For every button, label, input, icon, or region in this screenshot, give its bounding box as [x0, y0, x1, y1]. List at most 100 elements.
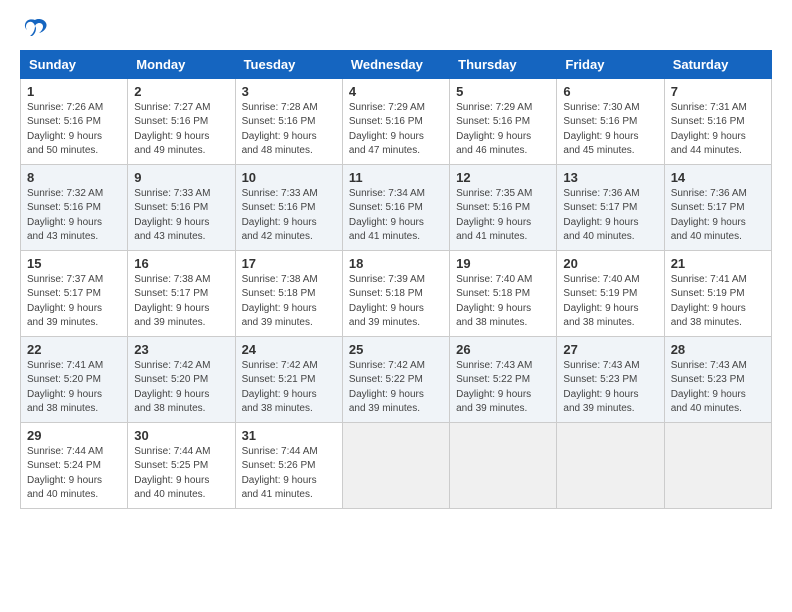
day-number: 31	[242, 428, 336, 443]
calendar-cell-empty	[557, 422, 664, 508]
day-number: 1	[27, 84, 121, 99]
calendar-cell-20: 20 Sunrise: 7:40 AMSunset: 5:19 PMDayligh…	[557, 250, 664, 336]
calendar-header-sunday: Sunday	[21, 50, 128, 78]
day-number: 24	[242, 342, 336, 357]
day-number: 5	[456, 84, 550, 99]
calendar-cell-31: 31Sunrise: 7:44 AMSunset: 5:26 PMDayligh…	[235, 422, 342, 508]
day-info: Sunrise: 7:34 AMSunset: 5:16 PMDaylight:…	[349, 187, 443, 245]
day-number: 7	[671, 84, 765, 99]
calendar-cell-empty	[342, 422, 449, 508]
calendar-cell-25: 25 Sunrise: 7:42 AMSunset: 5:22 PMDayligh…	[342, 336, 449, 422]
calendar-header-tuesday: Tuesday	[235, 50, 342, 78]
day-info: Sunrise: 7:33 AMSunset: 5:16 PMDaylight:…	[242, 187, 336, 245]
day-info: Sunrise: 7:43 AMSunset: 5:23 PMDaylight:…	[671, 359, 765, 417]
day-info: Sunrise: 7:43 AMSunset: 5:23 PMDaylight:…	[563, 359, 657, 417]
day-info: Sunrise: 7:43 AMSunset: 5:22 PMDaylight:…	[456, 359, 550, 417]
day-number: 11	[349, 170, 443, 185]
calendar-header-friday: Friday	[557, 50, 664, 78]
day-number: 25	[349, 342, 443, 357]
day-number: 17	[242, 256, 336, 271]
day-number: 12	[456, 170, 550, 185]
calendar-cell-6: 6 Sunrise: 7:30 AMSunset: 5:16 PMDaylight…	[557, 78, 664, 164]
logo-bird-icon	[22, 18, 48, 38]
calendar-cell-21: 21 Sunrise: 7:41 AMSunset: 5:19 PMDayligh…	[664, 250, 771, 336]
day-number: 29	[27, 428, 121, 443]
day-info: Sunrise: 7:44 AMSunset: 5:24 PMDaylight:…	[27, 445, 121, 503]
calendar-cell-27: 27 Sunrise: 7:43 AMSunset: 5:23 PMDayligh…	[557, 336, 664, 422]
calendar-cell-30: 30 Sunrise: 7:44 AMSunset: 5:25 PMDayligh…	[128, 422, 235, 508]
calendar-cell-15: 15 Sunrise: 7:37 AMSunset: 5:17 PMDayligh…	[21, 250, 128, 336]
day-info: Sunrise: 7:44 AMSunset: 5:25 PMDaylight:…	[134, 445, 228, 503]
calendar-cell-16: 16Sunrise: 7:38 AMSunset: 5:17 PMDayligh…	[128, 250, 235, 336]
day-number: 26	[456, 342, 550, 357]
calendar-cell-17: 17 Sunrise: 7:38 AMSunset: 5:18 PMDayligh…	[235, 250, 342, 336]
calendar-header-saturday: Saturday	[664, 50, 771, 78]
calendar-cell-13: 13 Sunrise: 7:36 AMSunset: 5:17 PMDayligh…	[557, 164, 664, 250]
day-number: 30	[134, 428, 228, 443]
day-info: Sunrise: 7:36 AMSunset: 5:17 PMDaylight:…	[671, 187, 765, 245]
calendar-cell-28: 28 Sunrise: 7:43 AMSunset: 5:23 PMDayligh…	[664, 336, 771, 422]
calendar-header-row: SundayMondayTuesdayWednesdayThursdayFrid…	[21, 50, 772, 78]
day-info: Sunrise: 7:40 AMSunset: 5:18 PMDaylight:…	[456, 273, 550, 331]
day-number: 3	[242, 84, 336, 99]
day-info: Sunrise: 7:33 AMSunset: 5:16 PMDaylight:…	[134, 187, 228, 245]
day-number: 9	[134, 170, 228, 185]
calendar-row-0: 1 Sunrise: 7:26 AMSunset: 5:16 PMDaylight…	[21, 78, 772, 164]
day-info: Sunrise: 7:42 AMSunset: 5:22 PMDaylight:…	[349, 359, 443, 417]
calendar-header-monday: Monday	[128, 50, 235, 78]
day-info: Sunrise: 7:38 AMSunset: 5:17 PMDaylight:…	[134, 273, 228, 331]
page-container: SundayMondayTuesdayWednesdayThursdayFrid…	[20, 16, 772, 509]
day-info: Sunrise: 7:27 AMSunset: 5:16 PMDaylight:…	[134, 101, 228, 159]
day-info: Sunrise: 7:39 AMSunset: 5:18 PMDaylight:…	[349, 273, 443, 331]
day-info: Sunrise: 7:36 AMSunset: 5:17 PMDaylight:…	[563, 187, 657, 245]
day-number: 23	[134, 342, 228, 357]
day-number: 2	[134, 84, 228, 99]
day-info: Sunrise: 7:38 AMSunset: 5:18 PMDaylight:…	[242, 273, 336, 331]
day-number: 27	[563, 342, 657, 357]
calendar-cell-empty	[664, 422, 771, 508]
day-info: Sunrise: 7:40 AMSunset: 5:19 PMDaylight:…	[563, 273, 657, 331]
page-header	[20, 16, 772, 38]
calendar-table: SundayMondayTuesdayWednesdayThursdayFrid…	[20, 50, 772, 509]
day-info: Sunrise: 7:32 AMSunset: 5:16 PMDaylight:…	[27, 187, 121, 245]
day-info: Sunrise: 7:37 AMSunset: 5:17 PMDaylight:…	[27, 273, 121, 331]
day-number: 15	[27, 256, 121, 271]
calendar-cell-9: 9 Sunrise: 7:33 AMSunset: 5:16 PMDaylight…	[128, 164, 235, 250]
calendar-cell-26: 26 Sunrise: 7:43 AMSunset: 5:22 PMDayligh…	[450, 336, 557, 422]
calendar-cell-29: 29 Sunrise: 7:44 AMSunset: 5:24 PMDayligh…	[21, 422, 128, 508]
calendar-row-4: 29 Sunrise: 7:44 AMSunset: 5:24 PMDayligh…	[21, 422, 772, 508]
day-info: Sunrise: 7:29 AMSunset: 5:16 PMDaylight:…	[349, 101, 443, 159]
day-info: Sunrise: 7:30 AMSunset: 5:16 PMDaylight:…	[563, 101, 657, 159]
calendar-cell-3: 3 Sunrise: 7:28 AMSunset: 5:16 PMDaylight…	[235, 78, 342, 164]
day-number: 6	[563, 84, 657, 99]
day-number: 10	[242, 170, 336, 185]
day-info: Sunrise: 7:28 AMSunset: 5:16 PMDaylight:…	[242, 101, 336, 159]
calendar-cell-23: 23 Sunrise: 7:42 AMSunset: 5:20 PMDayligh…	[128, 336, 235, 422]
calendar-cell-11: 11 Sunrise: 7:34 AMSunset: 5:16 PMDayligh…	[342, 164, 449, 250]
calendar-cell-8: 8Sunrise: 7:32 AMSunset: 5:16 PMDaylight…	[21, 164, 128, 250]
calendar-cell-12: 12Sunrise: 7:35 AMSunset: 5:16 PMDayligh…	[450, 164, 557, 250]
day-number: 14	[671, 170, 765, 185]
logo	[20, 16, 50, 38]
day-info: Sunrise: 7:42 AMSunset: 5:20 PMDaylight:…	[134, 359, 228, 417]
day-number: 13	[563, 170, 657, 185]
day-info: Sunrise: 7:26 AMSunset: 5:16 PMDaylight:…	[27, 101, 121, 159]
calendar-cell-10: 10 Sunrise: 7:33 AMSunset: 5:16 PMDayligh…	[235, 164, 342, 250]
calendar-cell-2: 2 Sunrise: 7:27 AMSunset: 5:16 PMDaylight…	[128, 78, 235, 164]
calendar-cell-5: 5Sunrise: 7:29 AMSunset: 5:16 PMDaylight…	[450, 78, 557, 164]
day-number: 4	[349, 84, 443, 99]
calendar-cell-19: 19 Sunrise: 7:40 AMSunset: 5:18 PMDayligh…	[450, 250, 557, 336]
day-info: Sunrise: 7:41 AMSunset: 5:19 PMDaylight:…	[671, 273, 765, 331]
day-number: 21	[671, 256, 765, 271]
calendar-cell-18: 18Sunrise: 7:39 AMSunset: 5:18 PMDayligh…	[342, 250, 449, 336]
day-number: 28	[671, 342, 765, 357]
day-info: Sunrise: 7:41 AMSunset: 5:20 PMDaylight:…	[27, 359, 121, 417]
day-number: 20	[563, 256, 657, 271]
calendar-header-wednesday: Wednesday	[342, 50, 449, 78]
day-number: 19	[456, 256, 550, 271]
calendar-row-3: 22Sunrise: 7:41 AMSunset: 5:20 PMDayligh…	[21, 336, 772, 422]
calendar-cell-1: 1 Sunrise: 7:26 AMSunset: 5:16 PMDaylight…	[21, 78, 128, 164]
logo-text	[20, 16, 50, 38]
calendar-cell-empty	[450, 422, 557, 508]
calendar-cell-24: 24Sunrise: 7:42 AMSunset: 5:21 PMDayligh…	[235, 336, 342, 422]
